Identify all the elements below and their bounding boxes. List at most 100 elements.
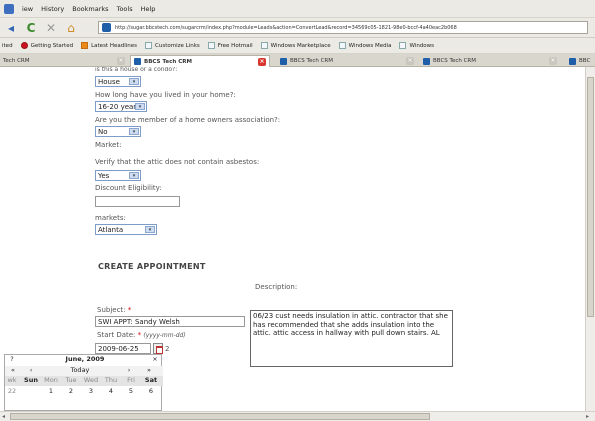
calendar-weekday-header: wk Sun Mon Tue Wed Thu Fri Sat xyxy=(5,376,163,386)
close-tab-icon[interactable]: × xyxy=(258,57,266,66)
menu-item-help[interactable]: Help xyxy=(141,5,156,13)
navigation-toolbar: ◂ C ✕ ⌂ http://sugar.bbcstech.com/sugarc… xyxy=(0,18,595,38)
bookmarks-bar: ited Getting Started Latest Headlines Cu… xyxy=(0,38,595,54)
discount-eligibility-input[interactable] xyxy=(95,196,180,207)
calendar-today-button[interactable]: Today xyxy=(55,366,105,374)
close-tab-icon[interactable]: × xyxy=(549,57,557,65)
scroll-left-icon[interactable]: ◂ xyxy=(2,413,5,420)
bookmark-visited[interactable]: ited xyxy=(2,43,13,49)
tab-bbcs-tech-crm-2[interactable]: BBCS Tech CRM × xyxy=(277,55,417,67)
calendar-prev-year-button[interactable]: « xyxy=(7,366,19,374)
chevron-down-icon[interactable]: ▾ xyxy=(129,78,139,85)
bookmark-latest-headlines[interactable]: Latest Headlines xyxy=(81,42,137,49)
page-icon xyxy=(399,42,407,49)
asbestos-select[interactable]: Yes ▾ xyxy=(95,170,141,181)
close-tab-icon[interactable]: × xyxy=(406,57,414,65)
subject-input[interactable]: SWI APPT: Sandy Welsh xyxy=(95,316,245,327)
description-textarea[interactable]: 06/23 cust needs insulation in attic. co… xyxy=(250,310,453,367)
tab-label: BBCS Tech CRM xyxy=(433,58,477,64)
years-in-home-select[interactable]: 16-20 years ▾ xyxy=(95,101,147,112)
bookmark-windows-marketplace[interactable]: Windows Marketplace xyxy=(260,42,331,49)
chevron-down-icon[interactable]: ▾ xyxy=(145,226,155,233)
tab-favicon-icon xyxy=(134,58,141,65)
calendar-week-row: 22 1 2 3 4 5 6 xyxy=(5,387,163,397)
house-type-select[interactable]: House ▾ xyxy=(95,76,141,87)
page-icon xyxy=(260,42,268,49)
question-hoa-member: Are you the member of a home owners asso… xyxy=(95,116,281,124)
stop-icon[interactable]: ✕ xyxy=(44,22,58,34)
rss-icon xyxy=(81,42,89,49)
hidden-field-fragment: 2 xyxy=(165,345,170,353)
tab-bbc-partial[interactable]: BBC xyxy=(566,55,595,67)
bookmark-windows-media[interactable]: Windows Media xyxy=(338,42,391,49)
bookmark-getting-started[interactable]: Getting Started xyxy=(20,42,73,49)
chevron-down-icon[interactable]: ▾ xyxy=(129,172,139,179)
calendar-day[interactable]: 2 xyxy=(61,387,81,395)
weekday-wed: Wed xyxy=(83,376,99,384)
question-asbestos: Verify that the attic does not contain a… xyxy=(95,158,260,166)
address-url: http://sugar.bbcstech.com/sugarcrm/index… xyxy=(115,24,457,31)
weekday-fri: Fri xyxy=(127,376,135,384)
calendar-day[interactable]: 1 xyxy=(41,387,61,395)
select-value: Atlanta xyxy=(98,225,124,234)
select-value: 16-20 years xyxy=(98,102,140,111)
calendar-day[interactable]: 4 xyxy=(101,387,121,395)
hoa-member-select[interactable]: No ▾ xyxy=(95,126,141,137)
menu-item-tools[interactable]: Tools xyxy=(117,5,133,13)
calendar-icon[interactable] xyxy=(153,343,163,354)
scroll-right-icon[interactable]: ▸ xyxy=(586,413,589,420)
reload-icon[interactable]: C xyxy=(24,22,38,34)
description-label: Description: xyxy=(255,283,298,291)
question-house-or-condo: is this a house or a condo?: xyxy=(95,67,178,73)
chevron-down-icon[interactable]: ▾ xyxy=(129,128,139,135)
tab-label: Tech CRM xyxy=(3,58,30,64)
vertical-scrollbar[interactable] xyxy=(585,67,595,411)
tab-bbcs-tech-crm-3[interactable]: BBCS Tech CRM × xyxy=(420,55,560,67)
tab-favicon-icon xyxy=(280,57,287,65)
tab-bbcs-tech-crm-active[interactable]: BBCS Tech CRM × xyxy=(130,55,270,67)
question-market: Market: xyxy=(95,141,122,149)
home-icon[interactable]: ⌂ xyxy=(64,22,78,34)
date-format-hint: (yyyy-mm-dd) xyxy=(143,332,186,339)
weekday-thu: Thu xyxy=(104,376,118,384)
tab-label: BBC xyxy=(579,58,591,64)
horizontal-scrollbar[interactable]: ◂ ▸ xyxy=(0,411,595,421)
menu-bar: iew History Bookmarks Tools Help xyxy=(0,0,595,18)
site-favicon-icon xyxy=(102,23,111,32)
week-number: 22 xyxy=(7,387,17,395)
calendar-next-month-button[interactable]: › xyxy=(123,366,135,374)
vertical-scroll-thumb[interactable] xyxy=(587,77,594,317)
calendar-day[interactable]: 3 xyxy=(81,387,101,395)
calendar-next-year-button[interactable]: » xyxy=(143,366,155,374)
question-markets: markets: xyxy=(95,214,126,222)
bookmark-free-hotmail[interactable]: Free Hotmail xyxy=(207,42,253,49)
tab-label: BBCS Tech CRM xyxy=(290,58,334,64)
tab-label: BBCS Tech CRM xyxy=(144,58,192,65)
tab-tech-crm[interactable]: Tech CRM × xyxy=(0,55,128,67)
calendar-close-button[interactable]: × xyxy=(151,355,159,363)
subject-label-text: Subject: xyxy=(97,306,126,314)
menu-item-view[interactable]: iew xyxy=(22,5,33,13)
select-value: House xyxy=(98,77,120,86)
firefox-icon xyxy=(4,3,14,14)
bookmark-windows[interactable]: Windows xyxy=(399,42,434,49)
address-bar[interactable]: http://sugar.bbcstech.com/sugarcrm/index… xyxy=(98,21,588,34)
back-arrow-icon[interactable]: ◂ xyxy=(4,22,18,34)
question-years-in-home: How long have you lived in your home?: xyxy=(95,91,236,99)
calendar-prev-month-button[interactable]: ‹ xyxy=(25,366,37,374)
menu-item-bookmarks[interactable]: Bookmarks xyxy=(72,5,108,13)
calendar-day[interactable]: 6 xyxy=(141,387,161,395)
start-date-label-text: Start Date: xyxy=(97,331,136,339)
start-date-input[interactable]: 2009-06-25 xyxy=(95,343,151,354)
close-tab-icon[interactable]: × xyxy=(117,57,125,65)
start-date-label: Start Date: * (yyyy-mm-dd) xyxy=(97,331,186,339)
bookmark-customize-links[interactable]: Customize Links xyxy=(145,42,200,49)
select-value: No xyxy=(98,127,108,136)
calendar-help-button[interactable]: ? xyxy=(8,355,16,363)
menu-item-history[interactable]: History xyxy=(41,5,64,13)
calendar-day[interactable]: 5 xyxy=(121,387,141,395)
horizontal-scroll-thumb[interactable] xyxy=(10,413,430,420)
markets-select[interactable]: Atlanta ▾ xyxy=(95,224,157,235)
tab-favicon-icon xyxy=(569,57,576,65)
chevron-down-icon[interactable]: ▾ xyxy=(135,103,145,110)
